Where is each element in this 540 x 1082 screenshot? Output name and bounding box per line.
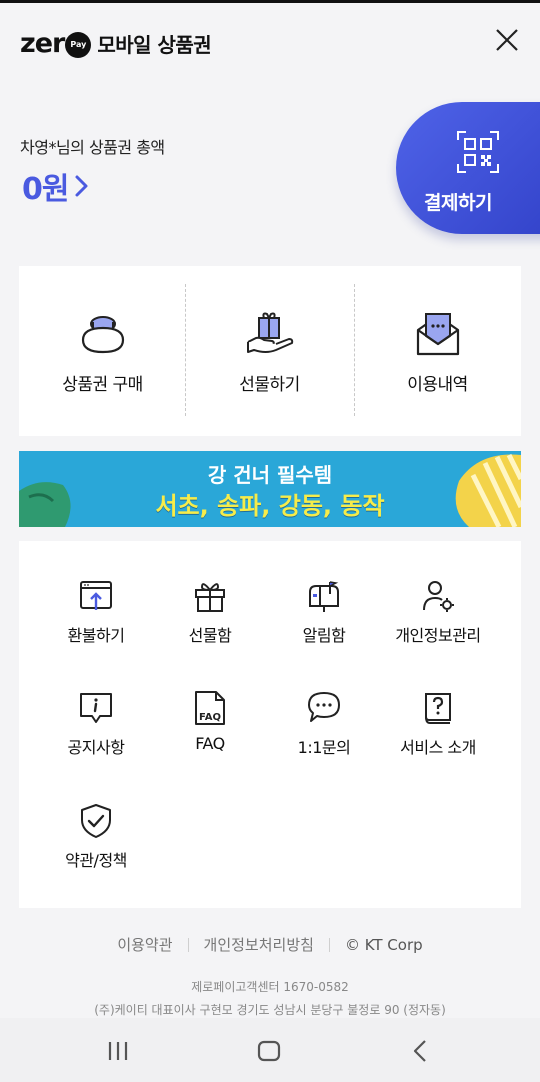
banner-headline: 강 건너 필수템: [207, 463, 333, 487]
chat-bubble-icon: [308, 692, 340, 722]
send-gift-label: 선물하기: [239, 375, 300, 395]
shield-check-icon: [81, 804, 111, 838]
gift-box-button[interactable]: 선물함: [152, 578, 268, 668]
balance-label: 차영*님의 상품권 총액: [20, 138, 165, 157]
quick-actions-card: 상품권 구매 선물하기 이용내역: [19, 266, 521, 436]
usage-history-label: 이용내역: [407, 375, 468, 395]
pay-button[interactable]: 결제하기: [396, 102, 540, 234]
privacy-settings-button[interactable]: 개인정보관리: [380, 578, 496, 668]
faq-button[interactable]: FAQ FAQ: [152, 690, 268, 780]
home-icon: [257, 1040, 281, 1062]
copyright: © KT Corp: [344, 935, 423, 954]
wallet-purse-icon: [81, 316, 124, 354]
gift-hand-icon: [246, 312, 293, 353]
gift-box-icon: [195, 583, 225, 612]
balance-link[interactable]: 0원: [22, 164, 90, 208]
privacy-policy-link[interactable]: 개인정보처리방침: [204, 934, 314, 955]
logo-pay-badge: Pay: [65, 31, 92, 58]
notice-icon: [80, 693, 112, 723]
recent-apps-icon: [108, 1042, 128, 1060]
divider: [187, 937, 189, 952]
refund-button[interactable]: 환불하기: [38, 578, 154, 668]
banner-subheadline: 서초, 송파, 강동, 동작: [155, 492, 385, 520]
user-settings-icon: [423, 581, 454, 612]
divider: [328, 937, 330, 952]
zeropay-logo: zer Pay 모바일 상품권: [20, 27, 212, 59]
logo-wordmark: zer: [20, 27, 65, 59]
inquiry-button[interactable]: 1:1문의: [266, 690, 382, 780]
page-title: 모바일 상품권: [97, 33, 212, 57]
menu-card: 환불하기 선물함 알림함 개인정보관리 공지사항 FAQ FAQ 1:1문의 서…: [19, 541, 521, 908]
send-gift-button[interactable]: 선물하기: [186, 266, 353, 436]
system-nav-bar: [0, 1018, 540, 1082]
svg-text:FAQ: FAQ: [199, 712, 221, 723]
pay-button-label: 결제하기: [424, 192, 492, 214]
terms-policy-label: 약관/정책: [65, 851, 127, 870]
mailbox-icon: [309, 581, 339, 612]
chevron-right-icon: [75, 175, 88, 197]
terms-policy-button[interactable]: 약관/정책: [38, 803, 154, 893]
footer-links: 이용약관 개인정보처리방침 © KT Corp: [0, 934, 540, 955]
service-intro-label: 서비스 소개: [400, 738, 476, 757]
faq-document-icon: FAQ: [195, 691, 225, 725]
home-button[interactable]: [254, 1036, 284, 1066]
back-icon: [413, 1040, 426, 1062]
help-book-icon: [425, 693, 451, 724]
close-button[interactable]: [490, 23, 524, 57]
service-intro-button[interactable]: 서비스 소개: [380, 690, 496, 780]
customer-center: 제로페이고객센터 1670-0582: [191, 980, 349, 994]
privacy-settings-label: 개인정보관리: [395, 626, 481, 645]
terms-link[interactable]: 이용약관: [117, 934, 172, 955]
back-button[interactable]: [406, 1036, 436, 1066]
buy-voucher-button[interactable]: 상품권 구매: [19, 266, 186, 436]
refund-icon: [80, 581, 112, 610]
notice-button[interactable]: 공지사항: [38, 690, 154, 780]
balance-value: 0원: [22, 172, 69, 207]
usage-history-button[interactable]: 이용내역: [354, 266, 521, 436]
close-icon: [496, 29, 518, 51]
notifications-button[interactable]: 알림함: [266, 578, 382, 668]
company-address: (주)케이티 대표이사 구현모 경기도 성남시 분당구 불정로 90 (정자동): [94, 1003, 446, 1017]
envelope-history-icon: [416, 313, 459, 356]
app-header: zer Pay 모바일 상품권: [0, 3, 540, 83]
qr-code-icon: [457, 131, 499, 173]
promo-banner[interactable]: 강 건너 필수템 서초, 송파, 강동, 동작: [19, 451, 521, 527]
buy-voucher-label: 상품권 구매: [62, 375, 143, 395]
recent-apps-button[interactable]: [103, 1036, 133, 1066]
